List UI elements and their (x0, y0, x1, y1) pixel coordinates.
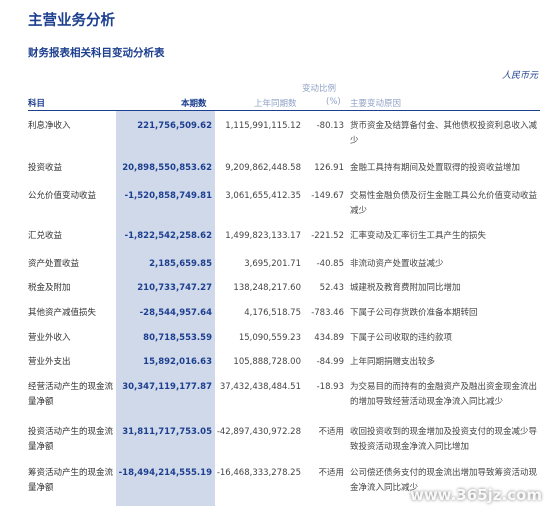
row-item: 利息净收入 (28, 121, 71, 131)
header-previous: 上年同期数 (254, 99, 297, 109)
header-current: 本期数 (181, 99, 207, 109)
header-pct-line1: 变动比例 (302, 84, 337, 94)
row-current: 30,347,119,177.87 (122, 382, 212, 392)
table-row: 汇兑收益 -1,822,542,258.62 1,499,823,133.17 … (28, 221, 540, 249)
row-reason: 为交易目的而持有的金融资产及融出资金现金流出的增加导致经营活动现金净流入同比减少 (350, 382, 538, 407)
row-previous: 3,061,655,412.35 (225, 191, 301, 201)
row-pct: 不适用 (318, 468, 344, 478)
row-pct: -84.99 (316, 357, 344, 367)
row-previous: -16,468,333,278.25 (216, 468, 301, 478)
row-pct: 126.91 (314, 163, 344, 173)
row-current: 80,718,553.59 (143, 333, 212, 343)
row-current: -18,494,214,555.19 (118, 468, 212, 478)
row-reason: 汇率变动及汇率衍生工具产生的损失 (350, 231, 487, 241)
table-row: 其他资产减值损失 -28,544,957.64 4,176,518.75 -78… (28, 298, 540, 323)
row-item: 资产处置收益 (28, 259, 80, 269)
row-current: -1,520,858,749.81 (124, 191, 212, 201)
row-item: 经营活动产生的现金流量净额 (28, 382, 114, 407)
currency-unit: 人民币元 (501, 71, 538, 81)
row-current: 31,811,717,753.05 (122, 427, 212, 437)
header-item: 科目 (28, 99, 46, 109)
row-current: 2,185,659.85 (149, 259, 212, 269)
row-previous: -42,897,430,972.28 (216, 427, 301, 437)
table-row: 税金及附加 210,733,747.27 138,248,217.60 52.4… (28, 273, 540, 298)
row-reason: 货币资金及结算备付金、其他债权投资利息收入减少 (350, 121, 538, 146)
row-reason: 下属子公司存货跌价准备本期转回 (350, 308, 478, 318)
row-previous: 1,115,991,115.12 (225, 121, 301, 131)
row-item: 公允价值变动收益 (28, 191, 97, 201)
row-reason: 上年同期捐赠支出较多 (350, 357, 436, 367)
row-reason: 非流动资产处置收益减少 (350, 259, 444, 269)
row-current: 20,898,550,853.62 (122, 163, 212, 173)
page-title: 主营业务分析 (28, 13, 115, 29)
table-row: 投资收益 20,898,550,853.62 9,209,862,448.58 … (28, 153, 540, 181)
row-current: 210,733,747.27 (137, 283, 212, 293)
row-pct: 不适用 (318, 427, 344, 437)
table-row: 公允价值变动收益 -1,520,858,749.81 3,061,655,412… (28, 181, 540, 221)
row-pct: 434.89 (314, 333, 344, 343)
row-reason: 交易性金融负债及衍生金融工具公允价值变动收益减少 (350, 191, 538, 216)
row-previous: 37,432,438,484.51 (219, 382, 301, 392)
row-reason: 城建税及教育费附加同比增加 (350, 283, 461, 293)
row-previous: 4,176,518.75 (244, 308, 301, 318)
row-previous: 9,209,862,448.58 (225, 163, 301, 173)
table-title: 财务报表相关科目变动分析表 (28, 47, 165, 59)
row-reason: 金融工具持有期间及处置取得的投资收益增加 (350, 163, 521, 173)
row-item: 汇兑收益 (28, 231, 63, 241)
row-item: 投资收益 (28, 163, 63, 173)
row-current: 15,892,016.63 (143, 357, 212, 367)
row-item: 投资活动产生的现金流量净额 (28, 427, 114, 452)
row-previous: 1,499,823,133.17 (225, 231, 301, 241)
table-row: 投资活动产生的现金流量净额 31,811,717,753.05 -42,897,… (28, 417, 540, 458)
table-row: 经营活动产生的现金流量净额 30,347,119,177.87 37,432,4… (28, 372, 540, 417)
row-item: 营业外支出 (28, 357, 71, 367)
row-item: 营业外收入 (28, 333, 71, 343)
row-pct: -40.85 (316, 259, 344, 269)
row-item: 筹资活动产生的现金流量净额 (28, 468, 114, 493)
row-pct: -149.67 (311, 191, 344, 201)
row-previous: 15,090,559.23 (238, 333, 301, 343)
row-pct: -80.13 (316, 121, 344, 131)
row-current: -28,544,957.64 (139, 308, 212, 318)
row-item: 其他资产减值损失 (28, 308, 97, 318)
row-previous: 3,695,201.71 (244, 259, 301, 269)
row-previous: 138,248,217.60 (233, 283, 301, 293)
table-row: 资产处置收益 2,185,659.85 3,695,201.71 -40.85 … (28, 249, 540, 273)
row-reason: 下属子公司收取的违约款项 (350, 333, 453, 343)
row-pct: -783.46 (311, 308, 344, 318)
row-pct: -18.93 (316, 382, 344, 392)
table-row: 营业外收入 80,718,553.59 15,090,559.23 434.89… (28, 323, 540, 347)
row-pct: -221.52 (311, 231, 344, 241)
header-reason: 主要变动原因 (350, 99, 402, 109)
header-pct-line2: (%) (326, 97, 341, 107)
analysis-table: 利息净收入 221,756,509.62 1,115,991,115.12 -8… (28, 111, 540, 498)
row-item: 税金及附加 (28, 283, 71, 293)
table-row: 营业外支出 15,892,016.63 105,888,728.00 -84.9… (28, 347, 540, 372)
row-reason: 收回投资收到的现金增加及投资支付的现金减少导致投资活动现金净流入同比增加 (350, 427, 538, 452)
table-row: 利息净收入 221,756,509.62 1,115,991,115.12 -8… (28, 111, 540, 153)
site-watermark: www.365jz.com (409, 486, 542, 504)
row-current: -1,822,542,258.62 (124, 231, 212, 241)
row-previous: 105,888,728.00 (233, 357, 301, 367)
row-pct: 52.43 (319, 283, 344, 293)
row-current: 221,756,509.62 (137, 121, 212, 131)
